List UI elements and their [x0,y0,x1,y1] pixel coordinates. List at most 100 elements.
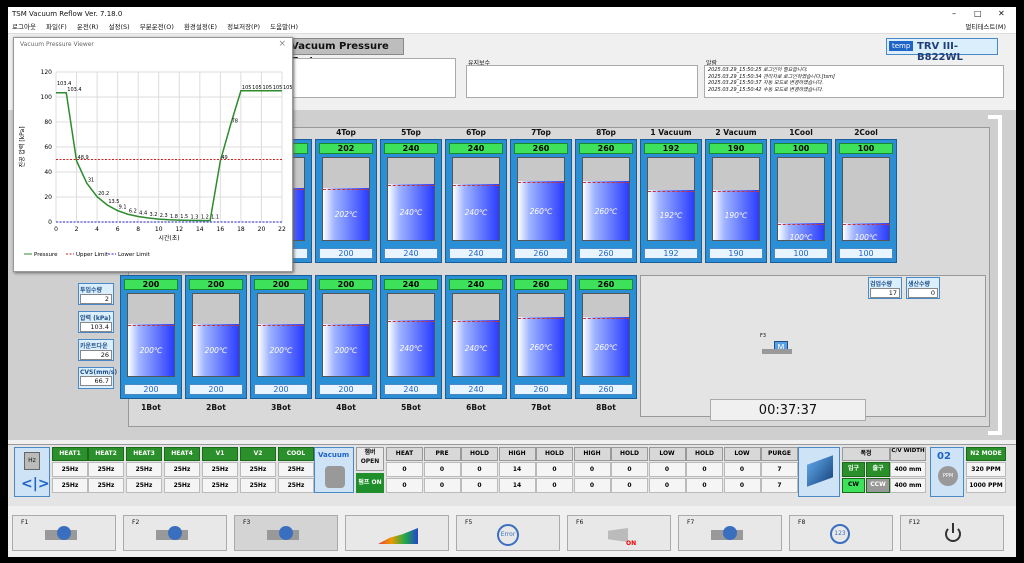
manual-icon[interactable]: F3 [234,515,338,551]
out-button[interactable]: 출구 [866,462,890,477]
auto-icon[interactable]: F1 [12,515,116,551]
error-icon[interactable]: F5 Error [456,515,560,551]
y-tick-label: 0 [48,219,52,226]
bot-current: 200 [254,384,308,395]
transfer-icon[interactable]: F7 [678,515,782,551]
top-tank: 260℃ [517,157,565,241]
manual-mode-icon[interactable]: F3 M [760,333,794,359]
vac-cell: 0 [386,462,423,477]
top-setpoint[interactable]: 192 [644,143,698,154]
data-label: 105 [242,85,252,91]
top-setpoint[interactable]: 240 [449,143,503,154]
top-chamber[interactable]: 260 260℃ 260 [510,139,572,263]
top-chamber[interactable]: 240 240℃ 240 [380,139,442,263]
pressure-viewer-popup[interactable]: Vacuum Pressure Viewer × 0 20 40 60 80 100 120… [13,37,293,272]
mode-button[interactable]: Vacuum Pressure Test [284,38,404,67]
menu-partial[interactable]: 부분운전(O) [140,23,174,31]
menu-logout[interactable]: 로그아웃 [12,23,36,31]
profile-chart-icon[interactable] [345,515,449,551]
vacuum-icon[interactable]: Vacuum [314,447,354,493]
top-tank: 192℃ [647,157,695,241]
top-chamber[interactable]: 100 100℃ 100 [835,139,897,263]
top-setpoint[interactable]: 260 [579,143,633,154]
bot-chamber[interactable]: 260 260℃ 260 [510,275,572,399]
door-icon[interactable]: F6 ON [567,515,671,551]
data-label: 103.4 [57,81,71,87]
user-label[interactable]: 멀티테스트(M) [965,21,1006,34]
top-setpoint[interactable]: 100 [774,143,828,154]
bot-current: 260 [579,384,633,395]
x-tick-label: 0 [54,226,58,233]
bot-chamber[interactable]: 240 240℃ 240 [380,275,442,399]
top-tank: 100℃ [842,157,890,241]
counter-icon[interactable]: F8 123 [789,515,893,551]
maximize-icon[interactable]: □ [974,7,982,21]
top-current: 100 [839,248,893,259]
x-tick-label: 10 [155,226,163,233]
bot-setpoint[interactable]: 260 [514,279,568,290]
power-icon[interactable]: F12 [900,515,1004,551]
data-label: 9.1 [119,205,127,211]
top-setpoint[interactable]: 100 [839,143,893,154]
cw-button[interactable]: CW [842,478,865,493]
inspect-count-label: 검업수량 [870,281,893,288]
hz-cell: 25Hz [52,462,88,477]
minimize-icon[interactable]: – [952,7,956,21]
chamber-state: 챔버 OPEN [356,447,384,471]
menu-help[interactable]: 도움말(H) [270,23,298,31]
ccw-button[interactable]: CCW [866,478,890,493]
x-tick-label: 16 [217,226,225,233]
bot-setpoint[interactable]: 200 [189,279,243,290]
n2-icon[interactable]: 02 PPM [930,447,964,497]
top-setpoint[interactable]: 260 [514,143,568,154]
bot-setpoint[interactable]: 200 [319,279,373,290]
hz-header: V1 [202,447,238,461]
hz-header: HEAT1 [52,447,88,461]
top-chamber[interactable]: 240 240℃ 240 [445,139,507,263]
popup-close-icon[interactable]: × [278,39,286,49]
menu-run[interactable]: 운전(R) [77,23,99,31]
data-label: 105 [283,85,292,91]
data-label: 105 [273,85,283,91]
bot-chamber[interactable]: 260 260℃ 260 [575,275,637,399]
top-chamber[interactable]: 100 100℃ 100 [770,139,832,263]
close-icon[interactable]: ✕ [998,7,1005,21]
bot-chamber[interactable]: 200 200℃ 200 [185,275,247,399]
in-button[interactable]: 입구 [842,462,865,477]
top-limit-line [388,185,434,186]
bot-setpoint[interactable]: 260 [579,279,633,290]
top-chamber[interactable]: 190 190℃ 190 [705,139,767,263]
hz-icon[interactable]: Hz <|> [14,447,50,497]
top-limit-line [648,191,694,192]
bot-chamber[interactable]: 240 240℃ 240 [445,275,507,399]
top-chamber[interactable]: 260 260℃ 260 [575,139,637,263]
menu-settings[interactable]: 설정(S) [109,23,130,31]
top-chamber[interactable]: 192 192℃ 192 [640,139,702,263]
top-tank: 240℃ [452,157,500,241]
legend-label: Lower Limit [118,252,151,258]
tool-icon[interactable]: F2 [123,515,227,551]
bot-setpoint[interactable]: 240 [384,279,438,290]
top-setpoint[interactable]: 190 [709,143,763,154]
bot-tank: 260℃ [517,293,565,377]
top-chamber[interactable]: 202 202℃ 200 [315,139,377,263]
data-label: 48.9 [78,155,89,161]
top-setpoint[interactable]: 240 [384,143,438,154]
bot-current: 200 [124,384,178,395]
n2-unit: PPM [938,466,958,486]
vacuum-label: Vacuum [318,451,350,459]
menu-file[interactable]: 파일(F) [46,23,67,31]
conveyor-icon[interactable] [798,447,840,497]
bot-chamber[interactable]: 200 200℃ 200 [120,275,182,399]
top-setpoint[interactable]: 202 [319,143,373,154]
hz-cell: 25Hz [126,478,162,493]
bot-setpoint[interactable]: 200 [124,279,178,290]
menu-save[interactable]: 정보저장(P) [227,23,260,31]
bot-temp-reading: 200℃ [204,346,228,355]
bot-chamber[interactable]: 200 200℃ 200 [250,275,312,399]
menu-env[interactable]: 환경설정(E) [184,23,217,31]
bot-chamber[interactable]: 200 200℃ 200 [315,275,377,399]
x-tick-label: 6 [116,226,120,233]
bot-setpoint[interactable]: 200 [254,279,308,290]
bot-setpoint[interactable]: 240 [449,279,503,290]
